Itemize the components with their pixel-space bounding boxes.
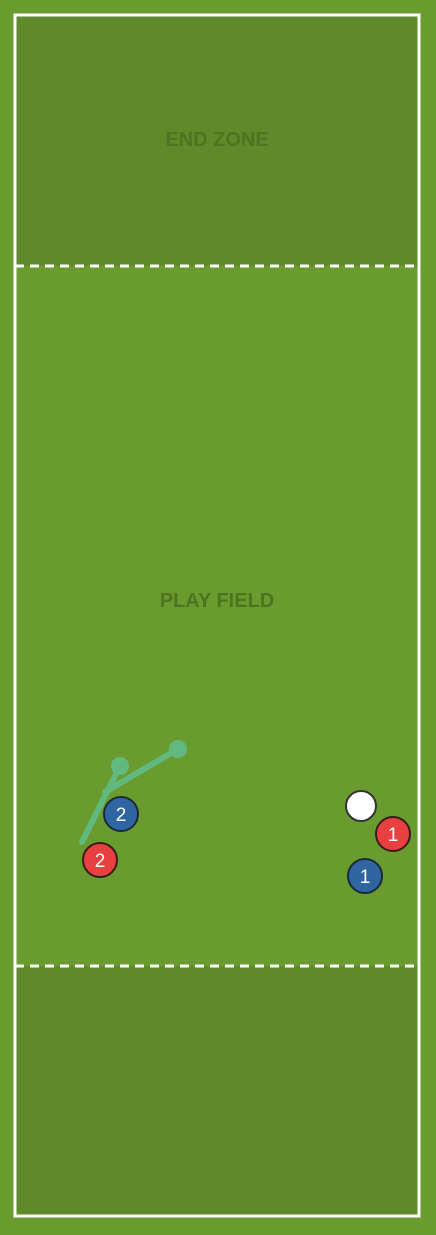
player-red-2-number: 2 (95, 851, 106, 872)
disc-token[interactable] (345, 790, 377, 822)
ultimate-field: END ZONE PLAY FIELD 2 2 1 1 (0, 0, 436, 1230)
player-blue-2[interactable]: 2 (103, 796, 139, 832)
end-zone-bottom (16, 966, 419, 1216)
path-waypoint-2[interactable] (169, 740, 187, 758)
player-blue-1-number: 1 (360, 867, 371, 888)
field-canvas: END ZONE PLAY FIELD 2 2 1 1 (0, 0, 436, 1230)
player-blue-1[interactable]: 1 (347, 858, 383, 894)
play-field-label: PLAY FIELD (160, 590, 274, 612)
player-red-1[interactable]: 1 (375, 816, 411, 852)
player-red-2[interactable]: 2 (82, 842, 118, 878)
path-waypoint-1[interactable] (111, 757, 129, 775)
end-zone-label: END ZONE (165, 129, 268, 151)
player-blue-2-number: 2 (116, 805, 127, 826)
player-red-1-number: 1 (388, 825, 399, 846)
